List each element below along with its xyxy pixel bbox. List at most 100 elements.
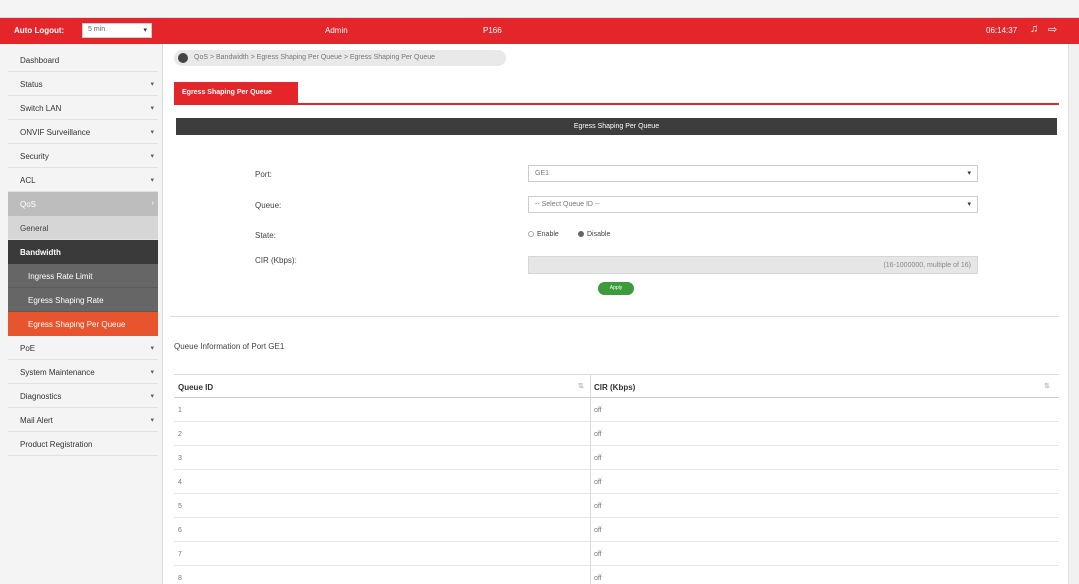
table-row: 5 off [174,494,1059,518]
scrollbar[interactable] [1068,44,1079,584]
sidebar-item-qos[interactable]: QoS › [8,192,158,216]
cir-cell: off [594,575,602,582]
sidebar-item-label: Ingress Rate Limit [28,272,93,281]
sidebar-item-egress-shaping-per-queue[interactable]: Egress Shaping Per Queue [8,312,158,336]
chevron-down-icon: ▾ [150,345,154,352]
queue-id-cell: 3 [178,455,182,462]
queue-id-cell: 7 [178,551,182,558]
state-enable-radio[interactable]: Enable [528,231,559,238]
port-value: GE1 [535,170,550,177]
device-model: P166 [483,26,502,35]
user-name: Admin [325,26,348,35]
state-disable-radio[interactable]: Disable [578,231,610,238]
table-row: 4 off [174,470,1059,494]
table-row: 1 off [174,398,1059,422]
sidebar-item-switch-lan[interactable]: Switch LAN ▾ [8,96,158,120]
home-icon[interactable] [178,53,188,63]
chevron-down-icon: ▾ [150,177,154,184]
sidebar-item-onvif[interactable]: ONVIF Surveillance ▾ [8,120,158,144]
apply-button[interactable]: Apply [598,282,634,295]
auto-logout-value: 5 min [88,26,106,33]
table-row: 3 off [174,446,1059,470]
top-bar: Auto Logout: 5 min ▾ Admin P166 06:14:37… [0,18,1079,44]
cir-cell: off [594,407,602,414]
auto-logout-label: Auto Logout: [14,26,65,35]
cir-input[interactable]: (16-1000000, multiple of 16) [528,256,978,274]
queue-label: Queue: [255,201,282,210]
sidebar-item-general[interactable]: General [8,216,158,240]
chevron-down-icon: ▾ [967,201,971,208]
sidebar-item-label: Mail Alert [20,416,53,425]
column-cir[interactable]: CIR (Kbps) [594,383,635,392]
column-queue-id[interactable]: Queue ID [178,383,213,392]
cir-cell: off [594,455,602,462]
table-row: 6 off [174,518,1059,542]
queue-id-cell: 4 [178,479,182,486]
logout-icon[interactable]: ⇨ [1048,23,1057,36]
state-label: State: [255,231,276,240]
sidebar-item-acl[interactable]: ACL ▾ [8,168,158,192]
sidebar-item-status[interactable]: Status ▾ [8,72,158,96]
chevron-down-icon: ▾ [150,81,154,88]
chevron-down-icon: ▾ [143,27,147,34]
queue-id-cell: 5 [178,503,182,510]
sidebar-item-label: ONVIF Surveillance [20,128,91,137]
sort-icon[interactable]: ⇅ [1044,382,1050,390]
cir-hint: (16-1000000, multiple of 16) [883,262,971,269]
auto-logout-select[interactable]: 5 min ▾ [82,23,152,38]
chevron-down-icon: ▾ [967,170,971,177]
sidebar-item-label: Security [20,152,49,161]
tab-egress-shaping-per-queue[interactable]: Egress Shaping Per Queue [174,82,298,104]
sidebar: Dashboard Status ▾ Switch LAN ▾ ONVIF Surv… [0,44,163,584]
sidebar-item-label: ACL [20,176,36,185]
chevron-down-icon: ▾ [150,417,154,424]
cir-cell: off [594,527,602,534]
breadcrumb-text[interactable]: QoS > Bandwidth > Egress Shaping Per Que… [194,54,435,61]
sidebar-item-label: Switch LAN [20,104,62,113]
sidebar-item-label: Diagnostics [20,392,62,401]
sidebar-item-label: System Maintenance [20,368,95,377]
divider [170,316,1059,317]
sidebar-item-poe[interactable]: PoE ▾ [8,336,158,360]
sidebar-item-label: PoE [20,344,36,353]
queue-id-cell: 1 [178,407,182,414]
cir-label: CIR (Kbps): [255,256,297,265]
port-label: Port: [255,170,272,179]
port-select[interactable]: GE1 ▾ [528,165,978,182]
sidebar-item-label: Egress Shaping Rate [28,296,104,305]
tab-underline [174,103,1059,105]
table-row: 2 off [174,422,1059,446]
chevron-down-icon: ▾ [150,153,154,160]
bell-icon[interactable]: ♫ [1030,23,1038,35]
sidebar-item-label: Product Registration [20,440,93,449]
chevron-down-icon: ▾ [150,393,154,400]
sidebar-item-mail-alert[interactable]: Mail Alert ▾ [8,408,158,432]
sidebar-item-label: General [20,224,49,233]
state-enable-label: Enable [537,231,559,238]
queue-id-cell: 6 [178,527,182,534]
chevron-down-icon: ▾ [150,129,154,136]
cir-cell: off [594,431,602,438]
queue-id-cell: 2 [178,431,182,438]
sidebar-item-product-registration[interactable]: Product Registration [8,432,158,456]
sidebar-item-label: QoS [20,200,37,209]
radio-off-icon [528,231,534,238]
sidebar-item-security[interactable]: Security ▾ [8,144,158,168]
sidebar-item-ingress-rate-limit[interactable]: Ingress Rate Limit [8,264,158,288]
sidebar-item-label: Status [20,80,43,89]
table-header: Queue ID ⇅ CIR (Kbps) ⇅ [174,374,1059,398]
sidebar-item-system-maintenance[interactable]: System Maintenance ▾ [8,360,158,384]
radio-on-icon [578,231,584,238]
sidebar-item-diagnostics[interactable]: Diagnostics ▾ [8,384,158,408]
breadcrumb: QoS > Bandwidth > Egress Shaping Per Que… [174,50,506,66]
table-row: 8 off [174,566,1059,584]
sidebar-item-dashboard[interactable]: Dashboard [8,48,158,72]
sidebar-item-egress-shaping-rate[interactable]: Egress Shaping Rate [8,288,158,312]
chevron-down-icon: ▾ [150,369,154,376]
sidebar-item-label: Bandwidth [20,248,61,257]
sort-icon[interactable]: ⇅ [578,382,584,390]
sidebar-item-bandwidth[interactable]: Bandwidth [8,240,158,264]
queue-select[interactable]: -- Select Queue ID -- ▾ [528,196,978,213]
sidebar-item-label: Egress Shaping Per Queue [28,320,126,329]
cir-cell: off [594,551,602,558]
